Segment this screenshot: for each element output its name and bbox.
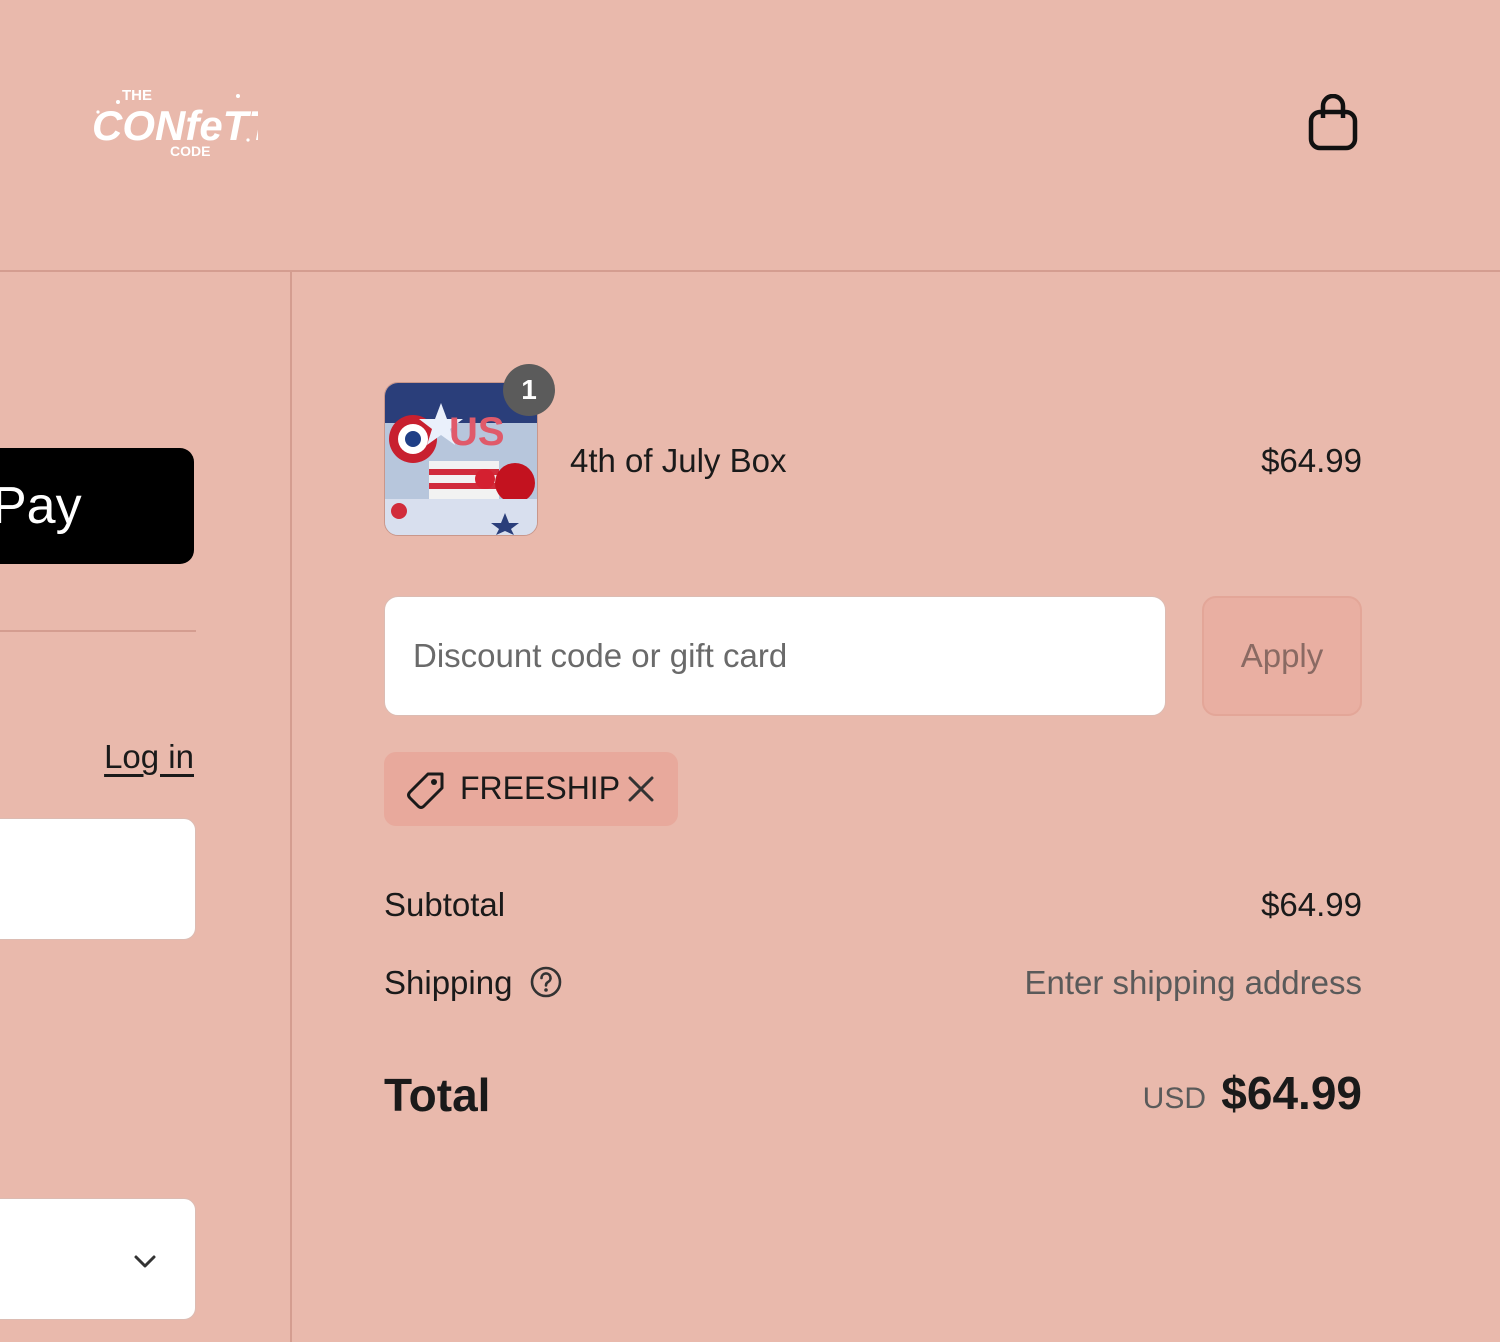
apply-discount-button[interactable]: Apply xyxy=(1202,596,1362,716)
question-circle-icon[interactable] xyxy=(528,964,564,1000)
subtotal-value: $64.99 xyxy=(1261,886,1362,923)
svg-text:US: US xyxy=(449,410,505,454)
express-pay-label: Pay xyxy=(0,477,82,535)
total-label: Total xyxy=(384,1069,491,1121)
total-currency: USD xyxy=(1142,1082,1206,1115)
close-icon[interactable] xyxy=(626,774,656,804)
applied-discount-tag: FREESHIP xyxy=(384,752,678,826)
quantity-badge: 1 xyxy=(503,364,555,416)
shipping-value: Enter shipping address xyxy=(1024,964,1362,1001)
tag-icon xyxy=(407,772,444,809)
subtotal-label: Subtotal xyxy=(384,886,506,923)
svg-text:CODE: CODE xyxy=(170,143,210,159)
email-field[interactable] xyxy=(0,818,196,940)
chevron-down-icon xyxy=(134,1255,156,1268)
divider xyxy=(0,630,196,632)
express-pay-button[interactable]: Pay xyxy=(0,448,194,564)
product-name: 4th of July Box xyxy=(570,442,787,479)
header: THE CONfeTTi CODE xyxy=(0,0,1500,272)
applied-discount-code: FREESHIP xyxy=(460,770,621,806)
product-price: $64.99 xyxy=(1261,442,1362,479)
country-select[interactable] xyxy=(0,1198,196,1320)
login-link[interactable]: Log in xyxy=(104,738,194,776)
total-value: $64.99 xyxy=(1221,1067,1362,1119)
svg-text:CONfeTTi: CONfeTTi xyxy=(92,102,258,149)
shipping-label: Shipping xyxy=(384,964,513,1001)
store-logo[interactable]: THE CONfeTTi CODE xyxy=(88,82,258,162)
shopping-bag-icon[interactable] xyxy=(1306,94,1362,154)
checkout-form-column: Pay Log in xyxy=(0,272,292,1342)
discount-code-input[interactable] xyxy=(384,596,1166,716)
